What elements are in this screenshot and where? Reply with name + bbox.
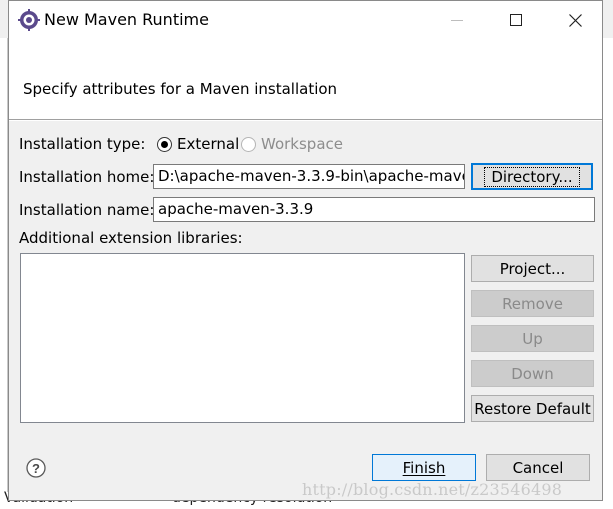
external-radio[interactable] [157, 137, 172, 152]
up-button[interactable]: Up [471, 325, 594, 352]
finish-button-label: Finish [402, 458, 446, 477]
installation-home-label: Installation home: [19, 168, 155, 186]
title-bar: New Maven Runtime [9, 1, 602, 39]
cancel-button[interactable]: Cancel [486, 454, 590, 481]
background-left-panel [0, 38, 8, 509]
workspace-radio[interactable] [241, 137, 256, 152]
external-radio-label[interactable]: External [177, 135, 239, 153]
directory-button[interactable]: Directory... [471, 163, 593, 190]
window-title: New Maven Runtime [44, 10, 209, 29]
installation-name-label: Installation name: [19, 201, 155, 219]
project-button[interactable]: Project... [471, 255, 594, 282]
close-button[interactable] [552, 1, 598, 39]
dialog-header: Specify attributes for a Maven installat… [9, 39, 602, 119]
extension-libraries-label: Additional extension libraries: [19, 229, 243, 247]
directory-button-label: Directory... [484, 166, 580, 187]
background-right-panel [603, 38, 613, 509]
new-maven-runtime-dialog: New Maven Runtime Specify attributes for… [8, 0, 603, 501]
watermark-text: http://blog.csdn.net/z23546498 [302, 480, 563, 499]
help-icon[interactable]: ? [26, 458, 46, 478]
eclipse-gear-icon [18, 9, 40, 31]
installation-home-field[interactable]: D:\apache-maven-3.3.9-bin\apache-maven [153, 164, 465, 189]
down-button[interactable]: Down [471, 360, 594, 387]
finish-button[interactable]: Finish [372, 454, 476, 481]
header-description: Specify attributes for a Maven installat… [23, 80, 338, 98]
restore-default-button[interactable]: Restore Default [471, 395, 594, 422]
maximize-icon [510, 14, 522, 26]
close-icon [568, 13, 582, 27]
installation-name-field[interactable]: apache-maven-3.3.9 [153, 197, 595, 222]
header-separator-highlight [9, 120, 602, 121]
svg-text:?: ? [32, 461, 40, 476]
workspace-radio-label[interactable]: Workspace [261, 135, 343, 153]
maximize-button[interactable] [493, 1, 539, 39]
extension-libraries-list[interactable] [20, 253, 465, 423]
minimize-button[interactable] [434, 1, 480, 39]
installation-type-label: Installation type: [19, 135, 146, 153]
remove-button[interactable]: Remove [471, 290, 594, 317]
minimize-icon [451, 20, 463, 21]
